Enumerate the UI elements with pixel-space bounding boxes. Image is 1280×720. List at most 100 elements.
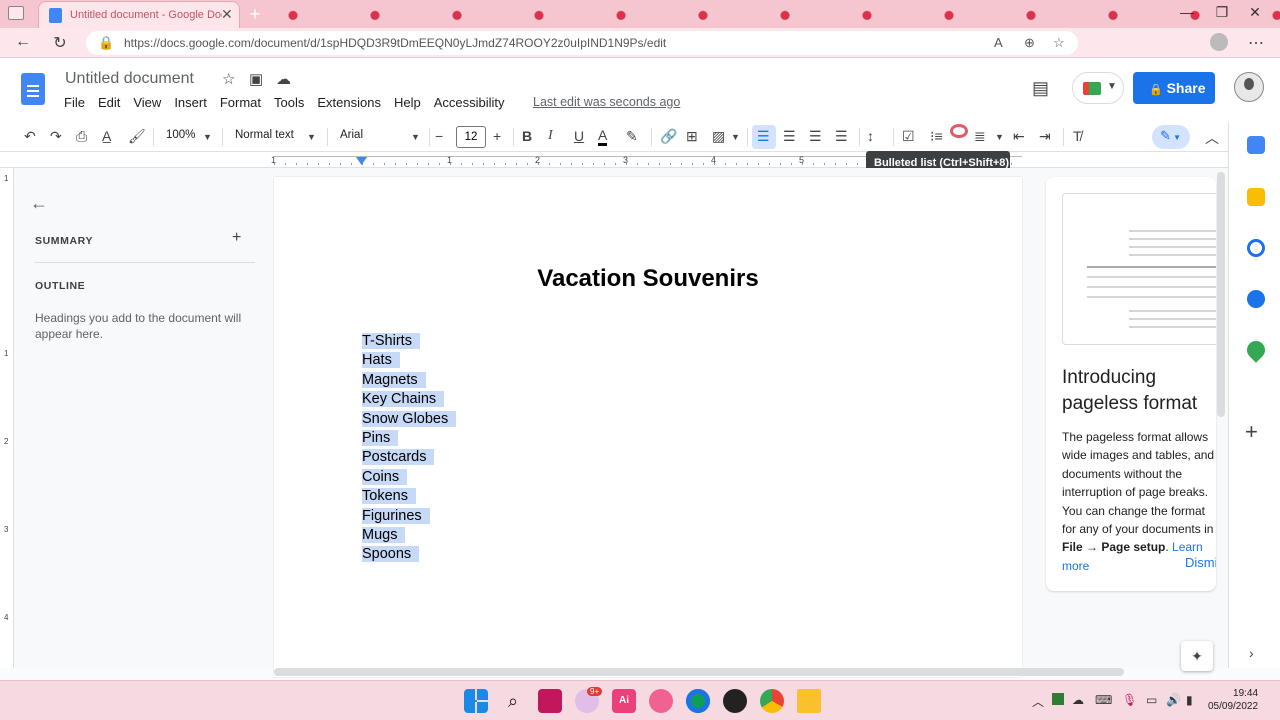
collapse-menus-icon[interactable]: ︿ [1205,128,1219,148]
menu-help[interactable]: Help [394,95,421,110]
explore-button[interactable]: ✦ [1181,641,1213,671]
system-clock[interactable]: 19:44 05/09/2022 [1208,687,1258,713]
list-item[interactable]: Spoons [362,545,456,564]
menu-file[interactable]: File [64,95,85,110]
close-outline-arrow-icon[interactable]: ← [30,193,48,214]
contacts-icon[interactable] [1247,290,1265,308]
numbered-list-icon[interactable]: ≣ [974,128,986,145]
volume-icon[interactable]: 🔊 [1166,693,1181,707]
list-item[interactable]: Tokens [362,487,456,506]
edge-icon[interactable] [686,689,710,713]
tasks-icon[interactable] [1247,239,1265,257]
add-comment-icon[interactable]: ⊞ [686,128,698,145]
comment-history-icon[interactable]: ▤ [1032,78,1049,99]
taskbar-app-icon[interactable] [538,689,562,713]
horizontal-scrollbar[interactable] [274,668,1124,676]
back-arrow-icon[interactable]: ← [12,33,34,51]
bulleted-list-icon[interactable]: ⁝≡ [930,128,943,145]
style-select[interactable]: Normal text [235,129,294,141]
decrease-indent-icon[interactable]: ⇤ [1013,128,1025,145]
illustrator-icon[interactable]: Ai [612,689,636,713]
avatar[interactable] [1234,72,1264,102]
cloud-status-icon[interactable]: ☁ [276,70,291,88]
align-center-icon[interactable]: ☰ [783,128,796,145]
chrome-icon[interactable] [760,689,784,713]
maps-icon[interactable] [1243,337,1269,363]
insert-image-icon[interactable]: ▨ [712,128,725,145]
add-summary-icon[interactable]: + [232,229,241,247]
calendar-icon[interactable] [1247,136,1265,154]
move-folder-icon[interactable]: ▣ [249,70,263,88]
menu-view[interactable]: View [133,95,161,110]
chevron-up-icon[interactable]: ︿ [1032,693,1044,710]
list-item[interactable]: Snow Globes [362,410,457,429]
underline-icon[interactable]: U [574,128,584,144]
browser-tab[interactable]: Untitled document - Google Docs ✕ [38,1,240,28]
keep-icon[interactable] [1247,188,1265,206]
text-color-icon[interactable]: A [598,128,608,146]
chevron-down-icon[interactable]: ▼ [307,132,316,142]
start-icon[interactable] [464,689,488,713]
taskbar-app-icon[interactable] [649,689,673,713]
menu-accessibility[interactable]: Accessibility [434,95,505,110]
keyboard-icon[interactable]: ⌨ [1095,693,1112,707]
address-bar[interactable]: 🔒 https://docs.google.com/document/d/1sp… [86,31,1078,55]
checklist-icon[interactable]: ☑ [902,128,915,145]
align-right-icon[interactable]: ☰ [809,128,822,145]
docs-logo-icon[interactable] [21,73,45,105]
list-item[interactable]: Figurines [362,507,456,526]
spellcheck-icon[interactable]: A̲ [102,128,111,144]
menu-edit[interactable]: Edit [98,95,120,110]
display-icon[interactable]: ▭ [1146,693,1157,707]
list-item[interactable]: Coins [362,468,456,487]
cloud-icon[interactable]: ☁ [1072,693,1084,707]
menu-insert[interactable]: Insert [174,95,207,110]
list-item[interactable]: Pins [362,429,456,448]
increase-font-size-icon[interactable]: + [493,128,501,144]
zoom-icon[interactable]: ⊕ [1024,35,1035,51]
font-select[interactable]: Arial [340,129,363,141]
minimize-button[interactable]: — [1172,4,1202,20]
align-left-icon[interactable]: ☰ [757,128,770,145]
tray-app-icon[interactable] [1052,693,1064,705]
tab-actions-icon[interactable] [8,6,24,20]
list-item[interactable]: Postcards [362,448,456,467]
print-icon[interactable]: ⎙ [76,128,87,145]
line-spacing-icon[interactable]: ↕ [867,128,874,144]
meet-button[interactable]: ▼ [1072,72,1124,104]
chevron-right-icon[interactable]: › [1249,645,1254,661]
highlight-icon[interactable]: ✎ [626,128,638,145]
justify-icon[interactable]: ☰ [835,128,848,145]
taskbar-app-icon[interactable] [723,689,747,713]
zoom-select[interactable]: 100% [166,129,195,141]
maximize-button[interactable]: ❐ [1207,4,1237,21]
close-window-button[interactable]: ✕ [1240,4,1270,21]
microphone-icon[interactable]: 🎙 [1122,693,1137,707]
dismiss-button[interactable]: Dismiss [1185,555,1216,570]
bold-icon[interactable]: B [522,128,532,144]
menu-tools[interactable]: Tools [274,95,304,110]
redo-icon[interactable]: ↷ [50,128,62,145]
undo-icon[interactable]: ↶ [24,128,36,145]
chevron-down-icon[interactable]: ▼ [411,132,420,142]
link-icon[interactable]: 🔗 [660,128,677,145]
file-explorer-icon[interactable] [797,689,821,713]
list-item[interactable]: Mugs [362,526,456,545]
document-page[interactable]: Vacation Souvenirs T-Shirts Hats Magnets… [274,177,1022,677]
vertical-scrollbar[interactable] [1217,172,1225,417]
document-title[interactable]: Untitled document [65,70,194,88]
list-item[interactable]: Magnets [362,371,456,390]
profile-icon[interactable] [1210,33,1228,51]
search-icon[interactable]: ⌕ [501,689,525,713]
close-tab-icon[interactable]: ✕ [221,6,233,23]
battery-icon[interactable]: ▮ [1186,693,1193,707]
chevron-down-icon[interactable]: ▼ [995,132,1004,142]
clear-formatting-icon[interactable]: T̸ [1073,128,1082,144]
reload-icon[interactable]: ↻ [49,33,71,53]
favorite-star-icon[interactable]: ☆ [1053,35,1065,51]
share-button[interactable]: 🔒 Share [1133,72,1215,104]
editing-mode-button[interactable]: ✎ ▼ [1152,125,1190,149]
last-edit-link[interactable]: Last edit was seconds ago [533,95,680,109]
list-item[interactable]: Hats [362,351,456,370]
decrease-font-size-icon[interactable]: − [435,128,443,144]
